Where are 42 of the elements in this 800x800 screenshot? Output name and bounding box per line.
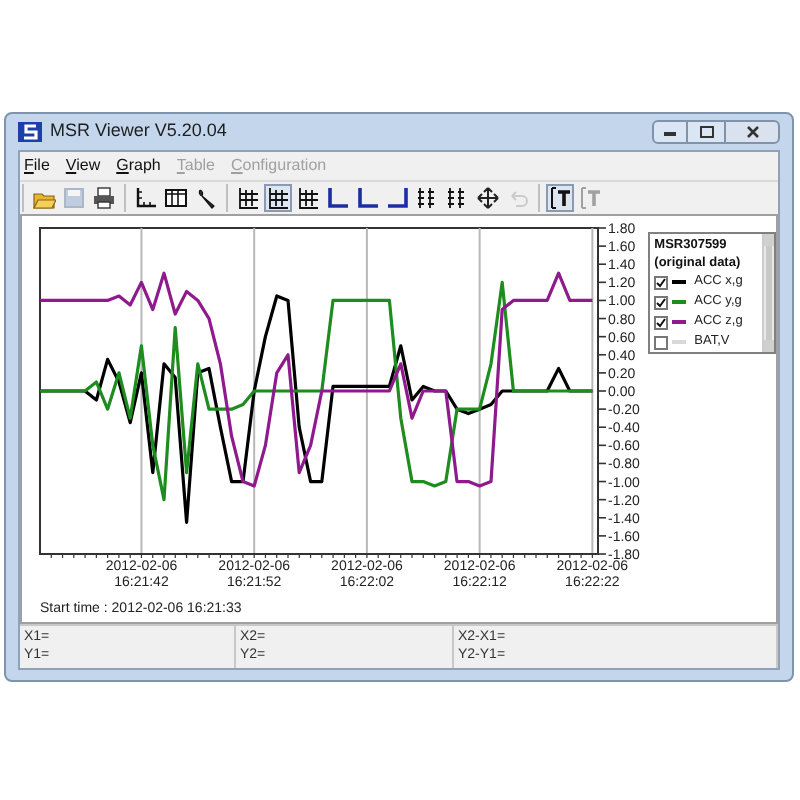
toolbar-button[interactable]	[234, 184, 262, 212]
close-button[interactable]	[724, 120, 780, 144]
axes-icon	[134, 186, 158, 210]
maximize-button[interactable]	[688, 120, 724, 144]
lines-icon	[236, 186, 260, 210]
window-title: MSR Viewer V5.20.04	[50, 118, 227, 145]
menu-item[interactable]: File	[24, 154, 50, 178]
app-logo-icon	[18, 122, 42, 142]
maximize-icon	[699, 126, 713, 138]
legend-checkbox[interactable]	[654, 335, 669, 349]
text-icon	[578, 186, 602, 210]
columns-icon	[164, 186, 188, 210]
scrollbar[interactable]	[762, 234, 774, 352]
toolbar-button[interactable]	[384, 184, 412, 212]
toolbar-button[interactable]	[546, 184, 574, 212]
move-icon	[476, 186, 500, 210]
menu-item[interactable]: View	[65, 154, 101, 178]
toolbar-button[interactable]	[132, 184, 160, 212]
ticks-icon	[446, 186, 470, 210]
text-icon	[548, 186, 572, 210]
legend-checkbox[interactable]	[654, 275, 669, 289]
menu-item[interactable]: Graph	[116, 154, 161, 178]
corner-icon	[386, 186, 410, 210]
printer-icon	[92, 186, 116, 210]
toolbar-button[interactable]	[354, 184, 382, 212]
legend-checkbox[interactable]	[654, 315, 669, 329]
undo-icon	[506, 186, 530, 210]
toolbar-button[interactable]	[90, 184, 118, 212]
toolbar-button[interactable]	[294, 184, 322, 212]
toolbar-button[interactable]	[474, 184, 502, 212]
minimize-icon	[664, 128, 676, 136]
toolbar-button[interactable]	[324, 184, 352, 212]
toolbar-button[interactable]	[264, 184, 292, 212]
minimize-button[interactable]	[652, 120, 688, 144]
lines-icon	[266, 186, 290, 210]
corner-icon	[326, 186, 350, 210]
close-icon	[745, 126, 759, 138]
lines-icon	[296, 186, 320, 210]
ticks-icon	[416, 186, 440, 210]
legend-checkbox[interactable]	[654, 295, 669, 309]
corner-icon	[356, 186, 380, 210]
toolbar-button[interactable]	[162, 184, 190, 212]
